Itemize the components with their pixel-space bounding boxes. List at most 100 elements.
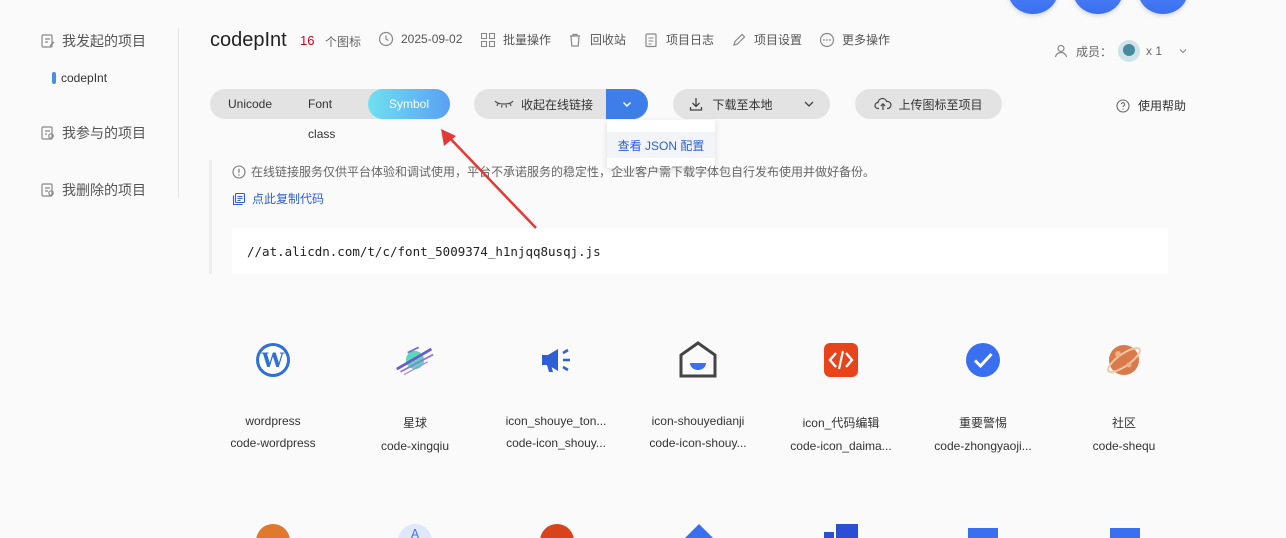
icon-code: code-shequ [1092, 439, 1156, 453]
log-icon [645, 32, 657, 47]
user-icon [1054, 44, 1068, 58]
icon-code: code-icon-shouy... [649, 436, 747, 450]
tab-font-class[interactable]: Font class [290, 89, 368, 141]
icon-card-wordpress[interactable]: W wordpress code-wordpress [208, 340, 338, 450]
deleted-doc-icon [40, 182, 56, 198]
icon-name: icon_代码编辑 [802, 416, 880, 430]
batch-operation-label: 批量操作 [503, 33, 552, 47]
top-avatar-circle-1 [1008, 0, 1058, 14]
search-doc-icon [40, 125, 56, 141]
project-log-button[interactable]: 项目日志 [643, 31, 714, 48]
project-settings-button[interactable]: 项目设置 [731, 31, 802, 48]
chevron-down-icon [622, 101, 632, 108]
info-circle-icon [232, 164, 246, 179]
batch-icon [480, 32, 496, 47]
top-avatar-circle-2 [1073, 0, 1123, 14]
sidebar-item-participated[interactable]: 我参与的项目 [40, 123, 146, 143]
sidebar-item-initiated[interactable]: 我发起的项目 [40, 31, 146, 51]
tab-unicode[interactable]: Unicode [210, 89, 290, 119]
created-date: 2025-09-02 [378, 31, 462, 47]
members-info[interactable]: 成员： x 1 [1054, 40, 1188, 62]
icon-code: code-icon_shouy... [506, 436, 606, 450]
check-badge-icon [963, 340, 1003, 380]
sidebar-item-deleted[interactable]: 我删除的项目 [40, 180, 146, 200]
more-operations-button[interactable]: 更多操作 [819, 31, 890, 48]
partial-icon-square [1108, 524, 1142, 538]
more-operations-label: 更多操作 [842, 33, 891, 47]
top-avatar-circle-3 [1138, 0, 1188, 14]
project-log-label: 项目日志 [666, 33, 715, 47]
icon-code: code-zhongyaoji... [934, 439, 1032, 453]
sidebar-item-label: 我发起的项目 [62, 33, 146, 49]
sidebar-sub-item-project[interactable]: codepInt [52, 71, 107, 85]
megaphone-icon [536, 340, 576, 380]
sidebar-divider [178, 28, 179, 198]
copy-code-label: 点此复制代码 [252, 192, 325, 206]
collapse-online-link-button[interactable]: 收起在线链接 [474, 89, 648, 119]
icon-card-shouyedianji[interactable]: icon-shouyedianji code-icon-shouy... [633, 340, 763, 450]
upload-icon-button[interactable]: 上传图标至项目 [855, 89, 1002, 119]
recycle-bin-label: 回收站 [590, 33, 627, 47]
partial-icon-blue-circle: A [398, 524, 432, 538]
help-button[interactable]: 使用帮助 [1116, 97, 1186, 114]
batch-operation-button[interactable]: 批量操作 [480, 31, 551, 48]
settings-icon [733, 33, 746, 46]
online-link-code[interactable]: //at.alicdn.com/t/c/font_5009374_h1njqq8… [232, 228, 1168, 274]
icon-card-xingqiu[interactable]: 星球 code-xingqiu [350, 340, 480, 453]
icon-code: code-icon_daima... [790, 439, 892, 453]
trash-icon [570, 33, 580, 47]
copy-icon [232, 192, 246, 205]
icon-card-shouye-tongzhi[interactable]: icon_shouye_ton... code-icon_shouy... [491, 340, 621, 450]
planet-icon [395, 340, 435, 380]
icon-name: 星球 [402, 416, 427, 430]
chevron-down-icon [804, 101, 813, 107]
recycle-bin-button[interactable]: 回收站 [567, 31, 626, 48]
sidebar-item-label: 我删除的项目 [62, 182, 146, 198]
partial-icon-diamond [682, 524, 716, 538]
tab-symbol[interactable]: Symbol [367, 89, 450, 119]
icon-count: 16 [300, 33, 315, 48]
partial-icon-orange [256, 524, 290, 538]
clock-icon [378, 31, 394, 47]
icon-name: icon-shouyedianji [651, 414, 745, 428]
more-icon [819, 32, 835, 47]
download-local-label: 下载至本地 [712, 97, 773, 112]
community-planet-icon [1104, 340, 1144, 380]
format-tabs: Unicode Font class Symbol [210, 89, 450, 141]
icon-name: 社区 [1111, 416, 1136, 430]
help-label: 使用帮助 [1138, 99, 1187, 113]
members-count: x 1 [1145, 44, 1162, 58]
icon-name: 重要警惕 [958, 416, 1007, 430]
icon-card-daima-bianji[interactable]: icon_代码编辑 code-icon_daima... [776, 340, 906, 453]
icon-card-shequ[interactable]: 社区 code-shequ [1059, 340, 1189, 453]
member-avatar [1117, 40, 1140, 62]
collapse-online-link-label: 收起在线链接 [521, 97, 594, 112]
view-json-config-item[interactable]: 查看 JSON 配置 [607, 132, 715, 158]
partial-icon-shapes [824, 524, 858, 538]
home-icon [678, 340, 718, 380]
active-indicator [52, 72, 56, 84]
project-settings-label: 项目设置 [754, 33, 803, 47]
icon-card-zhongyaojingti[interactable]: 重要警惕 code-zhongyaoji... [918, 340, 1048, 453]
icon-code: code-xingqiu [380, 439, 450, 453]
sidebar-sub-label: codepInt [61, 71, 108, 85]
closed-eye-icon [494, 100, 514, 108]
edit-doc-icon [40, 33, 56, 49]
info-left-bar [209, 160, 212, 274]
code-edit-icon [821, 340, 861, 380]
icon-code: code-wordpress [230, 436, 316, 450]
link-dropdown-menu: 查看 JSON 配置 [607, 120, 715, 168]
members-label: 成员： [1075, 44, 1112, 59]
icon-name: icon_shouye_ton... [505, 414, 607, 428]
svg-text:W: W [261, 348, 285, 372]
svg-text:A: A [411, 527, 420, 538]
copy-code-link[interactable]: 点此复制代码 [232, 190, 324, 207]
online-link-notice: 在线链接服务仅供平台体验和调试使用，平台不承诺服务的稳定性，企业客户需下载字体包… [232, 163, 875, 180]
sidebar: 我发起的项目 codepInt 我参与的项目 我删除的项目 [0, 0, 178, 200]
chevron-down-icon [1179, 49, 1187, 54]
online-link-notice-text: 在线链接服务仅供平台体验和调试使用，平台不承诺服务的稳定性，企业客户需下载字体包… [251, 165, 876, 179]
download-local-button[interactable]: 下载至本地 [673, 89, 830, 119]
cloud-upload-icon [874, 97, 892, 110]
upload-icon-label: 上传图标至项目 [898, 97, 983, 112]
link-dropdown-toggle[interactable] [606, 89, 648, 119]
